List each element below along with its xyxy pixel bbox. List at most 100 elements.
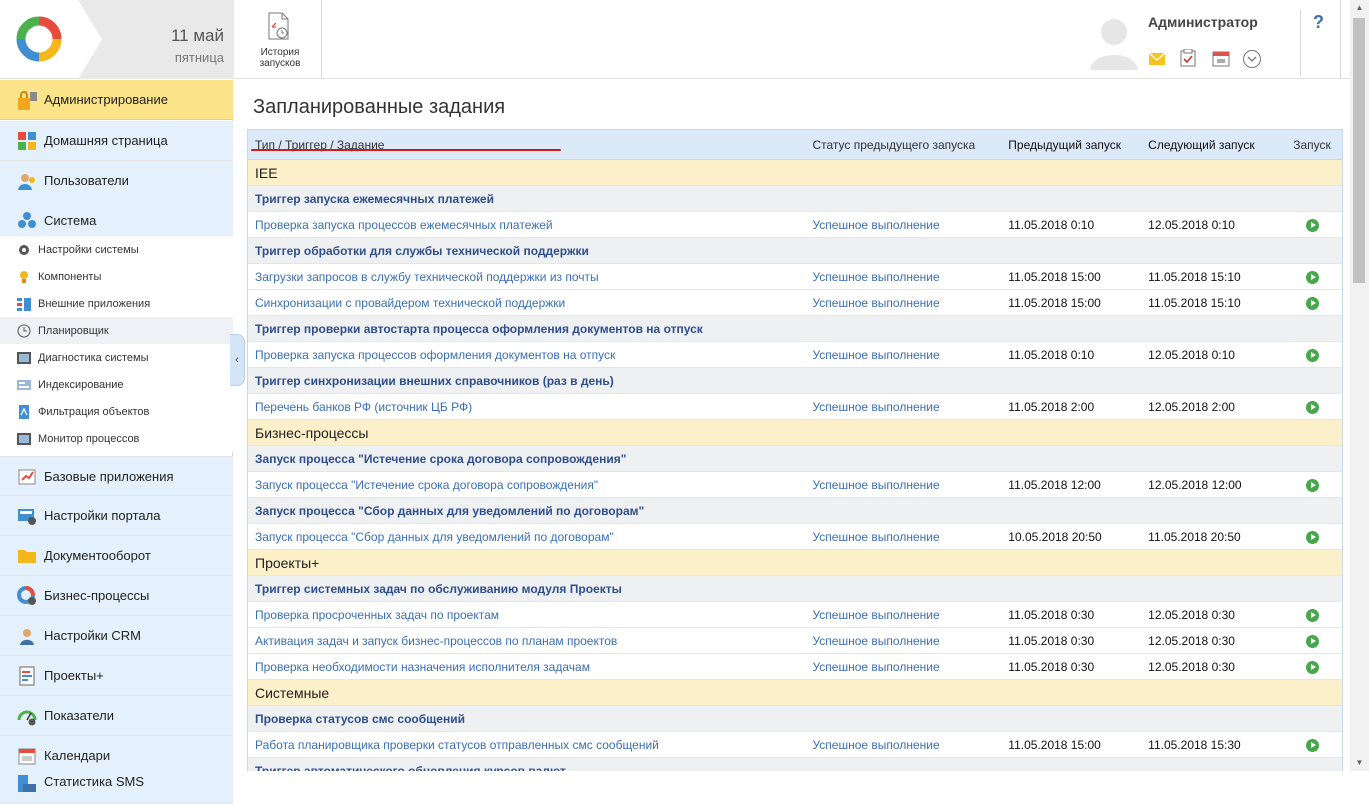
sidebar-subitem-label: Монитор процессов [38,432,140,445]
task-name-link[interactable]: Загрузки запросов в службу технической п… [248,270,812,284]
run-play-icon[interactable] [1305,608,1319,622]
column-header-prev[interactable]: Предыдущий запуск [1008,138,1148,152]
sidebar-item-administration[interactable]: Администрирование [0,80,233,120]
task-name-link[interactable]: Запуск процесса "Истечение срока договор… [248,478,812,492]
scroll-down-arrow[interactable]: ▼ [1350,755,1369,771]
run-play-icon[interactable] [1305,400,1319,414]
task-row[interactable]: Синхронизации с провайдером технической … [248,290,1342,316]
run-play-icon[interactable] [1305,660,1319,674]
run-play-icon[interactable] [1305,218,1319,232]
date-weekday: пятница [174,50,224,65]
next-run-time: 11.05.2018 15:30 [1148,737,1241,752]
page-scrollbar[interactable]: ▲ ▼ [1350,0,1369,771]
status-text: Успешное выполнение [812,633,940,648]
avatar[interactable] [1084,10,1144,70]
prev-run-time: 11.05.2018 2:00 [1008,399,1095,414]
user-name[interactable]: Администратор [1148,14,1258,30]
run-play-icon[interactable] [1305,478,1319,492]
task-name-link[interactable]: Запуск процесса "Сбор данных для уведомл… [248,530,812,544]
task-row[interactable]: Проверка запуска процессов ежемесячных п… [248,149,1342,238]
status-text: Успешное выполнение [812,399,940,414]
task-row[interactable]: Загрузки запросов в службу технической п… [248,264,1342,290]
sidebar-subitem-object-filter[interactable]: Фильтрация объектов [0,398,233,425]
task-row[interactable]: Проверка просроченных задач по проектам У… [248,602,1342,628]
run-play-icon[interactable] [1305,270,1319,284]
run-cell [1282,659,1342,674]
task-name-link[interactable]: Синхронизации с провайдером технической … [248,296,812,310]
sidebar-item-indicators[interactable]: Показатели [0,696,233,736]
next-run-time: 11.05.2018 15:10 [1148,295,1241,310]
sidebar-subitem-indexing[interactable]: Индексирование [0,371,233,398]
calendar-icon[interactable] [1212,49,1230,70]
task-name-link[interactable]: Проверка просроченных задач по проектам [248,608,812,622]
sidebar-collapse-toggle[interactable]: ‹ [230,334,245,386]
folder-icon [17,546,37,566]
sidebar-item-calendars[interactable]: Календари [0,736,233,776]
sidebar-item-projects[interactable]: Проекты+ [0,656,233,696]
task-row[interactable]: Активация задач и запуск бизнес-процессо… [248,628,1342,654]
task-name-link[interactable]: Проверка необходимости назначения исполн… [248,660,812,674]
sidebar-subitem-label: Компоненты [38,270,102,283]
sidebar-item-base-apps[interactable]: Базовые приложения [0,456,233,496]
run-play-icon[interactable] [1305,296,1319,310]
sidebar-item-label: Администрирование [44,92,168,107]
sidebar-item-portal-settings[interactable]: Настройки портала [0,496,233,536]
task-row[interactable]: Проверка запуска процессов оформления до… [248,342,1342,368]
lightbulb-icon [17,270,31,284]
history-button[interactable]: История запусков [240,0,322,79]
prev-run-time: 11.05.2018 0:10 [1008,217,1095,232]
scroll-thumb[interactable] [1353,18,1365,283]
task-name-link[interactable]: Перечень банков РФ (источник ЦБ РФ) [248,400,812,414]
trigger-row: Триггер проверки автостарта процесса офо… [248,316,1342,342]
sidebar-item-business-processes[interactable]: Бизнес-процессы [0,576,233,616]
task-name-link[interactable]: Проверка запуска процессов ежемесячных п… [248,218,812,232]
sidebar-item-sms-stats[interactable]: Статистика SMS [0,774,233,804]
trigger-name: Триггер системных задач по обслуживанию … [255,581,622,596]
trigger-row: Проверка статусов смс сообщений [248,706,1342,732]
task-name-link[interactable]: Работа планировщика проверки статусов от… [248,738,812,752]
run-cell [1282,633,1342,648]
run-play-icon[interactable] [1305,348,1319,362]
sidebar-subitem-diagnostics[interactable]: Диагностика системы [0,344,233,371]
status-text: Успешное выполнение [812,477,940,492]
column-header-next[interactable]: Следующий запуск [1148,138,1282,152]
sidebar-item-document-flow[interactable]: Документооборот [0,536,233,576]
prev-run-time: 10.05.2018 20:50 [1008,529,1102,544]
table-header: Тип / Триггер / Задание Статус предыдуще… [248,130,1342,160]
task-row[interactable]: Запуск процесса "Истечение срока договор… [248,472,1342,498]
sidebar-item-home[interactable]: Домашняя страница [0,121,233,161]
main-content: Запланированные задания Тип / Триггер / … [233,80,1345,771]
portal-settings-icon [17,506,37,526]
sidebar-subitem-process-monitor[interactable]: Монитор процессов [0,425,233,452]
tasks-icon[interactable] [1180,48,1196,70]
app-logo[interactable] [0,0,80,79]
sidebar-item-crm-settings[interactable]: Настройки CRM [0,616,233,656]
task-row[interactable]: Работа планировщика проверки статусов от… [248,732,1342,758]
status-text: Успешное выполнение [812,659,940,674]
task-name-link[interactable]: Проверка запуска процессов оформления до… [248,348,812,362]
help-button[interactable]: ? [1300,10,1336,76]
next-run-time: 12.05.2018 0:10 [1148,217,1235,232]
sidebar-subitem-scheduler[interactable]: Планировщик [0,317,233,344]
sidebar-subitem-components[interactable]: Компоненты [0,263,233,290]
run-play-icon[interactable] [1305,634,1319,648]
task-row[interactable]: Перечень банков РФ (источник ЦБ РФ) Успеш… [248,394,1342,420]
trigger-row: Триггер запуска ежемесячных платежей [248,186,1342,212]
task-row[interactable]: Запуск процесса "Сбор данных для уведомл… [248,524,1342,550]
scroll-up-arrow[interactable]: ▲ [1350,0,1369,16]
sidebar-item-system[interactable]: Система [0,200,233,240]
sidebar-subitem-external-apps[interactable]: Внешние приложения [0,290,233,317]
column-header-status[interactable]: Статус предыдущего запуска [812,138,1008,152]
task-row[interactable]: Проверка необходимости назначения исполн… [248,654,1342,680]
mail-icon[interactable] [1148,52,1166,69]
run-play-icon[interactable] [1305,530,1319,544]
group-name: Системные [255,684,330,701]
column-header-run[interactable]: Запуск [1282,138,1342,152]
sidebar-item-users[interactable]: Пользователи [0,161,233,201]
run-play-icon[interactable] [1305,738,1319,752]
sidebar-subitem-system-settings[interactable]: Настройки системы [0,236,233,263]
chevron-down-icon[interactable] [1242,49,1262,72]
run-cell [1282,269,1342,284]
task-name-link[interactable]: Активация задач и запуск бизнес-процессо… [248,634,812,648]
status-text: Успешное выполнение [812,217,940,232]
